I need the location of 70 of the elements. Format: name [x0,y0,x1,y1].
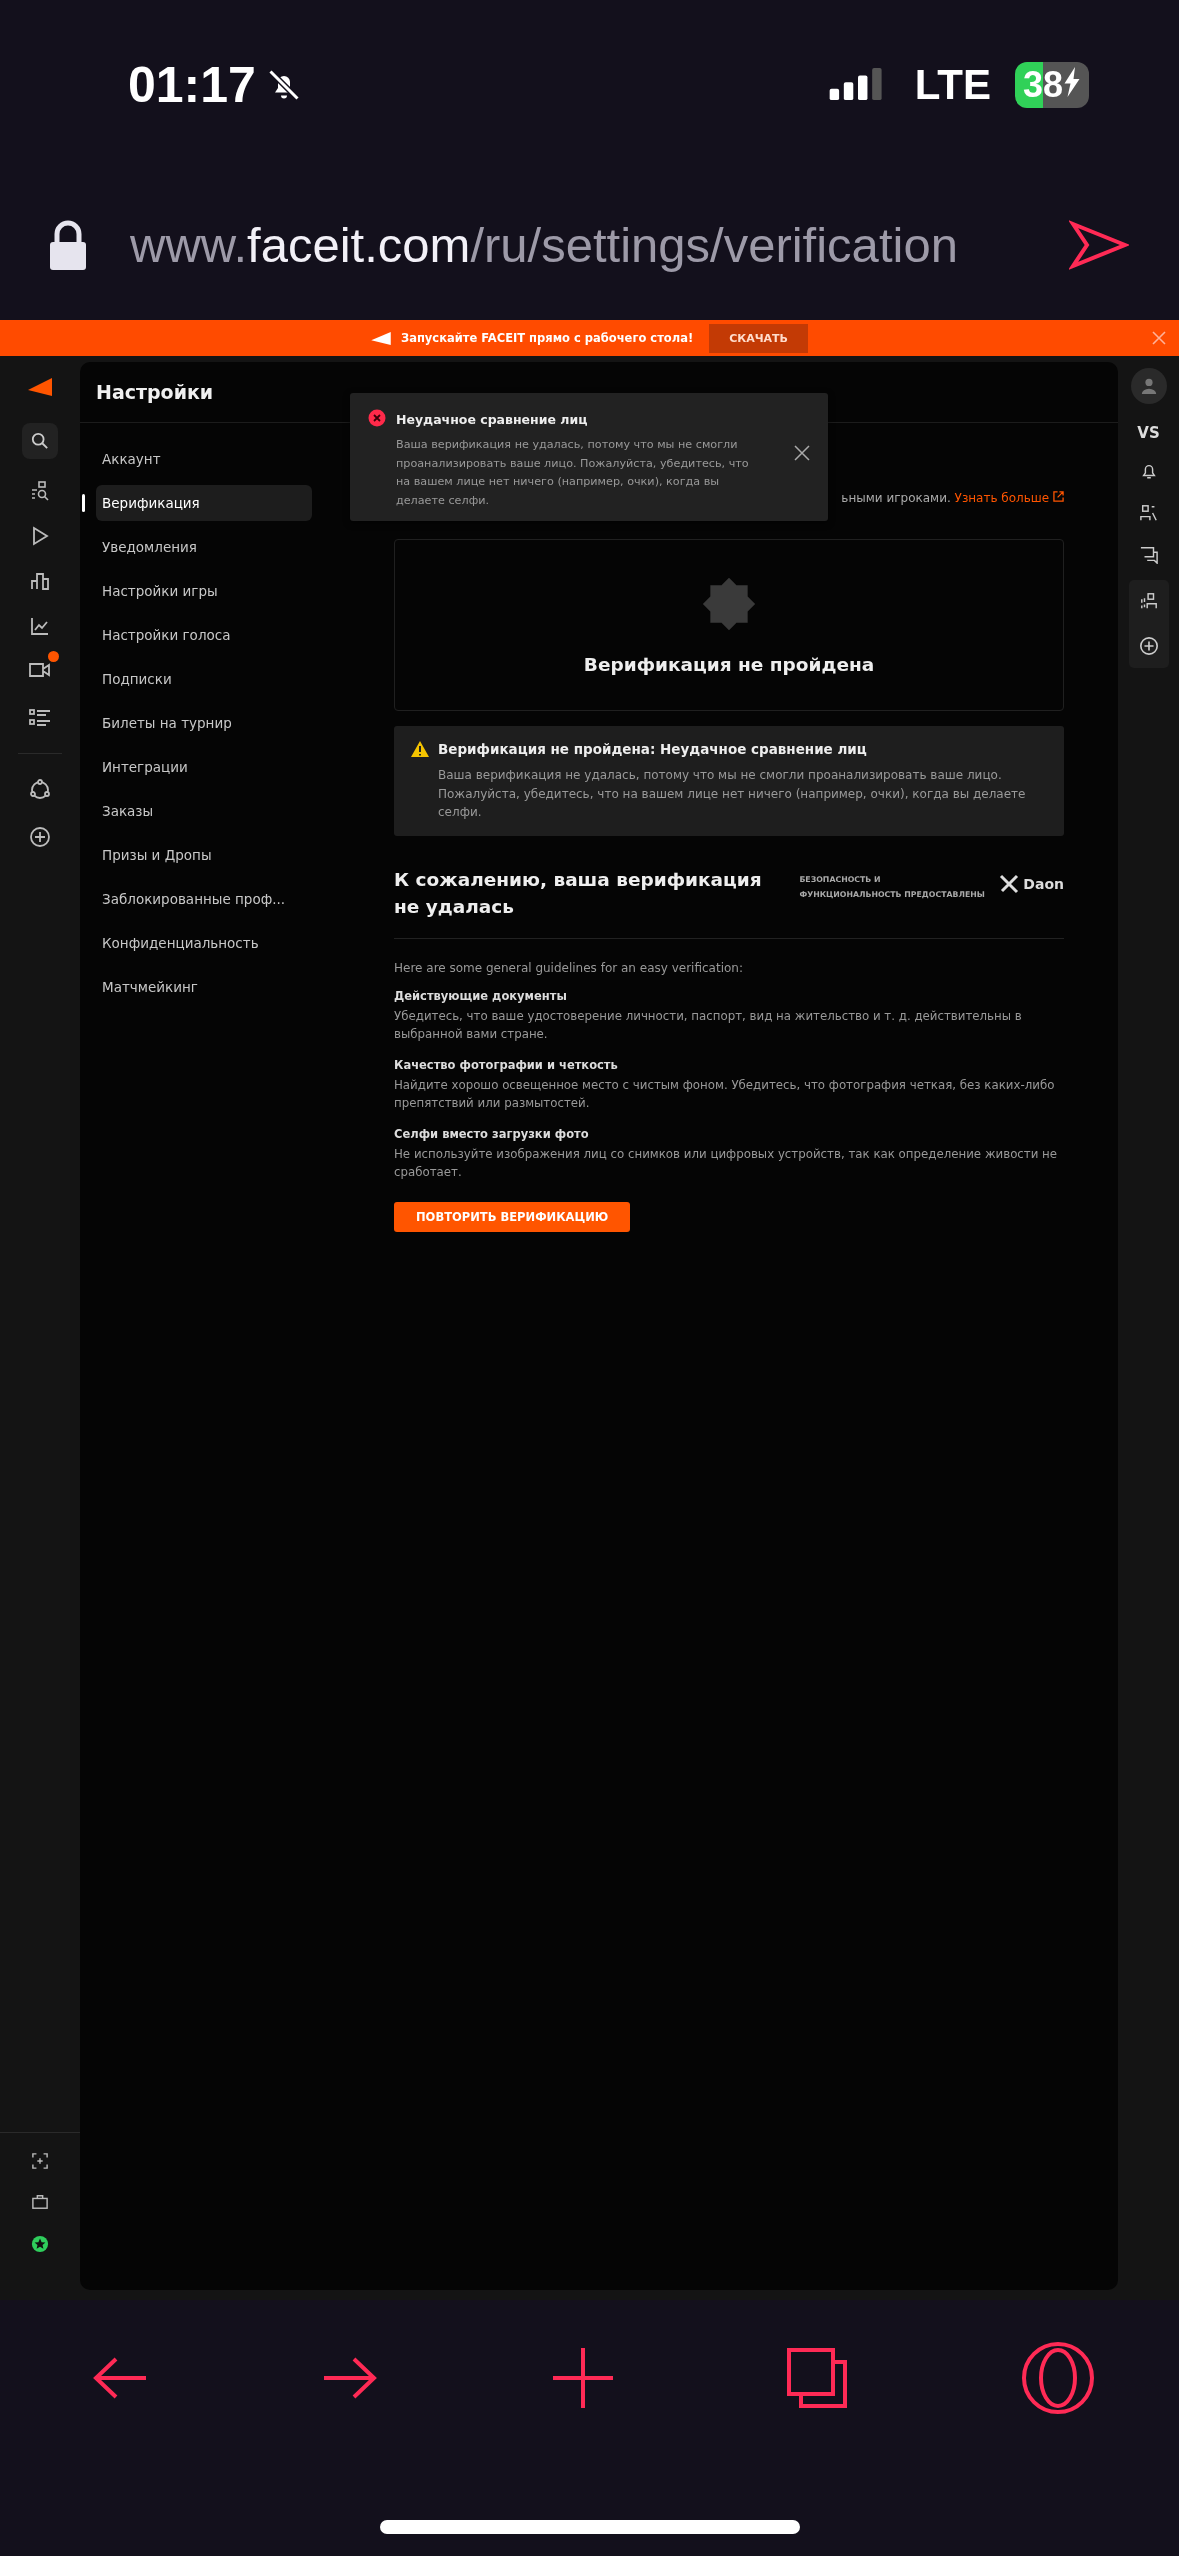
party-icon[interactable] [1139,592,1158,610]
chat-icon[interactable] [1139,546,1158,564]
video-camera-icon[interactable] [29,661,51,679]
settings-nav-item[interactable]: Матчмейкинг [96,969,312,1005]
plus-icon[interactable] [552,2348,613,2408]
search-button[interactable] [22,423,58,459]
charging-bolt-icon [1063,67,1081,97]
guideline-text: Найдите хорошо освещенное место с чистым фоном. Убедитесь, что фотография четкая, без каких-либо препятствий или размытостей. [394,1076,1056,1112]
guideline-text: Убедитесь, что ваше удостоверение личности, паспорт, вид на жительство и т. д. действительны в выбранной вами стране. [394,1007,1023,1043]
download-button[interactable]: СКАЧАТЬ [709,323,808,353]
settings-nav-item[interactable]: Призы и Дропы [96,837,312,873]
lock-icon [48,220,88,270]
clock-time: 01:17 [128,56,256,114]
external-link-icon [1053,491,1064,502]
network-type: LTE [914,61,991,109]
guideline-title: Действующие документы [394,988,568,1003]
toast-message: Ваша верификация не удалась, потому что мы не смогли проанализировать ваше лицо. Пожалуйста, убедитесь, что на вашем лице нет ничего (например, очки), когда вы делаете селфи. [396,437,750,509]
banner-text: Запускайте FACEIT прямо с рабочего стола! [400,331,694,345]
settings-nav-item[interactable]: Заказы [96,793,312,829]
settings-nav-item[interactable]: Настройки игры [96,573,312,609]
forward-arrow-icon[interactable] [322,2356,379,2400]
settings-nav-item[interactable]: Подписки [96,661,312,697]
guidelines-intro: Here are some general guidelines for an easy verification: [394,960,744,975]
settings-nav-item[interactable]: Заблокированные проф... [96,881,312,917]
faceit-logo-icon [370,331,391,345]
send-icon[interactable] [1069,220,1129,270]
avatar-icon[interactable] [1130,368,1167,404]
error-icon [368,409,386,427]
faceit-logo-icon[interactable] [28,378,52,398]
opera-logo-icon[interactable] [1021,2341,1095,2415]
url-field[interactable]: www.faceit.com/ru/settings/verification [130,217,1027,273]
result-heading: К сожалению, ваша верификация не удалась [394,867,763,919]
club-icon[interactable] [29,779,51,801]
alert-message: Ваша верификация не удалась, потому что мы не смогли проанализировать ваше лицо. Пожалуйста, убедитесь, что на вашем лице нет ничего (например, очки), когда вы делаете селфи. [438,767,1027,821]
learn-more-link[interactable]: Узнать больше [954,491,1064,505]
stats-chart-icon[interactable] [30,616,50,636]
settings-nav-item[interactable]: Уведомления [96,529,312,565]
guideline-title: Селфи вместо загрузки фото [394,1126,590,1141]
play-icon[interactable] [30,526,50,546]
status-title: Верификация не пройдена [583,653,875,675]
find-players-icon[interactable] [30,481,50,501]
briefcase-icon[interactable] [32,2194,48,2210]
guideline-text: Не используйте изображения лиц со снимков или цифровых устройств, так как определение живости не сработает. [394,1145,1059,1181]
settings-nav-item[interactable]: Настройки голоса [96,617,312,653]
provider-name: Daon [1023,875,1064,892]
settings-title: Настройки [96,381,214,403]
leaderboard-icon[interactable] [30,571,50,591]
settings-nav-item[interactable]: Интеграции [96,749,312,785]
alert-title: Верификация не пройдена: Неудачное сравнение лиц [438,741,867,757]
versus-label[interactable]: VS [1137,424,1160,442]
warning-icon [410,740,430,758]
friends-icon[interactable] [1139,504,1158,522]
settings-nav-item[interactable]: Аккаунт [96,441,312,477]
add-circle-icon[interactable] [1138,636,1159,656]
tabs-icon[interactable] [786,2348,847,2408]
guideline-title: Качество фотографии и четкость [394,1057,619,1072]
settings-nav-item[interactable]: Верификация [96,485,312,521]
star-badge-icon[interactable] [31,2235,49,2253]
settings-nav-item[interactable]: Конфиденциальность [96,925,312,961]
add-circle-icon[interactable] [29,826,51,848]
list-icon[interactable] [29,708,51,728]
daon-logo-icon [999,873,1020,894]
badge-icon [701,575,757,632]
battery-level: 38 [1014,62,1089,108]
back-arrow-icon[interactable] [92,2356,148,2400]
toast-title: Неудачное сравнение лиц [396,412,588,427]
search-icon [31,432,49,450]
settings-nav-item[interactable]: Билеты на турнир [96,705,312,741]
scan-icon[interactable] [32,2153,48,2169]
close-icon[interactable] [794,445,810,461]
